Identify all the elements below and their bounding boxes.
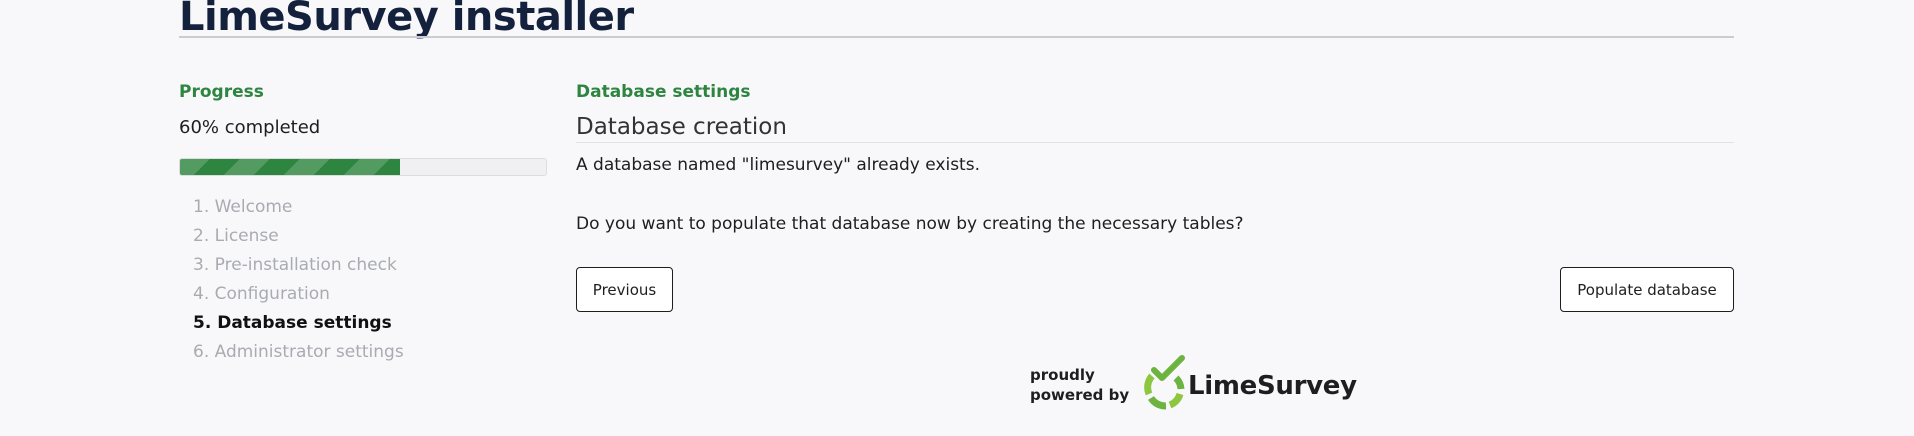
progress-heading: Progress	[179, 82, 264, 102]
database-creation-heading: Database creation	[576, 114, 787, 140]
progress-bar	[179, 158, 547, 176]
installer-page: LimeSurvey installer Progress 60% comple…	[0, 0, 1914, 436]
powered-by-line1: proudly	[1030, 366, 1095, 384]
title-divider	[179, 36, 1734, 38]
powered-by-footer[interactable]: proudly powered by LimeSurvey	[1030, 354, 1357, 414]
step-pre-installation-check: 3. Pre-installation check	[193, 255, 397, 275]
database-exists-message: A database named "limesurvey" already ex…	[576, 155, 980, 175]
progress-percent-text: 60% completed	[179, 117, 321, 138]
step-configuration: 4. Configuration	[193, 284, 330, 304]
populate-database-button[interactable]: Populate database	[1560, 267, 1734, 312]
subheading-divider	[576, 142, 1734, 143]
limesurvey-logo-icon	[1144, 355, 1185, 410]
step-license: 2. License	[193, 226, 279, 246]
previous-button[interactable]: Previous	[576, 267, 673, 312]
step-administrator-settings: 6. Administrator settings	[193, 342, 404, 362]
populate-question-message: Do you want to populate that database no…	[576, 214, 1244, 234]
powered-by-text: proudly powered by	[1030, 365, 1129, 405]
step-welcome: 1. Welcome	[193, 197, 293, 217]
installer-steps-list: 1. Welcome 2. License 3. Pre-installatio…	[193, 193, 404, 367]
powered-by-line2: powered by	[1030, 386, 1130, 404]
section-heading: Database settings	[576, 82, 751, 102]
step-database-settings: 5. Database settings	[193, 313, 392, 333]
progress-bar-fill	[180, 159, 400, 175]
limesurvey-logo-text: LimeSurvey	[1188, 371, 1357, 401]
